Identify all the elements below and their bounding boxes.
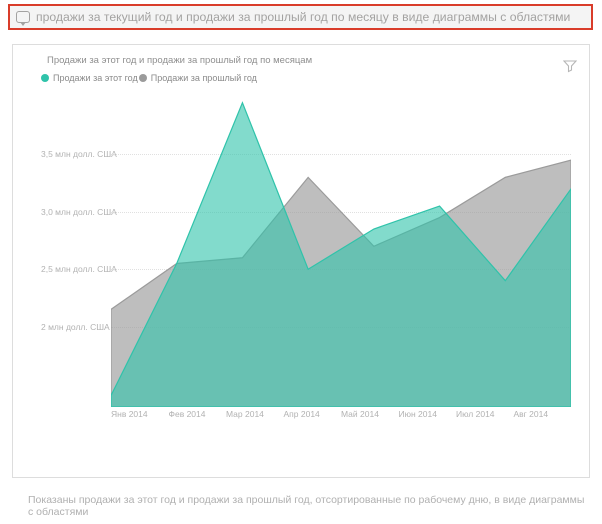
chat-icon: [16, 11, 30, 23]
legend-label-0: Продажи за этот год: [53, 73, 138, 83]
query-token: диаграммы с областями: [433, 10, 571, 24]
y-tick-label: 3,0 млн долл. США: [41, 207, 117, 217]
qna-query-bar[interactable]: продажи за текущий год и продажи за прош…: [8, 4, 593, 30]
legend-label-1: Продажи за прошлый год: [151, 73, 257, 83]
x-tick-label: Июн 2014: [399, 409, 457, 419]
y-tick-label: 3,5 млн долл. США: [41, 149, 117, 159]
query-token: продажи за текущий год: [36, 10, 173, 24]
x-tick-label: Авг 2014: [514, 409, 572, 419]
chart-card: Продажи за этот год и продажи за прошлый…: [12, 44, 590, 478]
x-axis: Янв 2014Фев 2014Мар 2014Апр 2014Май 2014…: [111, 409, 571, 419]
chart-title: Продажи за этот год и продажи за прошлый…: [47, 55, 312, 66]
query-token: месяцу: [348, 10, 389, 24]
plot-area: [111, 97, 571, 407]
y-tick-label: 2 млн долл. США: [41, 322, 110, 332]
chart-legend: Продажи за этот год Продажи за прошлый г…: [41, 73, 257, 83]
query-token: продажи за прошлый год: [186, 10, 328, 24]
x-tick-label: Июл 2014: [456, 409, 514, 419]
legend-swatch-0: [41, 74, 49, 82]
qna-query-text: продажи за текущий год и продажи за прош…: [36, 10, 570, 24]
x-tick-label: Мар 2014: [226, 409, 284, 419]
query-connector: по: [328, 10, 348, 24]
query-connector: в виде: [389, 10, 433, 24]
chart-plot: 3,5 млн долл. США 3,0 млн долл. США 2,5 мл…: [41, 97, 581, 431]
legend-swatch-1: [139, 74, 147, 82]
y-tick-label: 2,5 млн долл. США: [41, 264, 117, 274]
filter-icon[interactable]: [563, 59, 577, 73]
x-tick-label: Апр 2014: [284, 409, 342, 419]
x-tick-label: Май 2014: [341, 409, 399, 419]
result-caption: Показаны продажи за этот год и продажи з…: [12, 494, 590, 518]
x-tick-label: Фев 2014: [169, 409, 227, 419]
x-tick-label: Янв 2014: [111, 409, 169, 419]
query-connector: и: [173, 10, 187, 24]
